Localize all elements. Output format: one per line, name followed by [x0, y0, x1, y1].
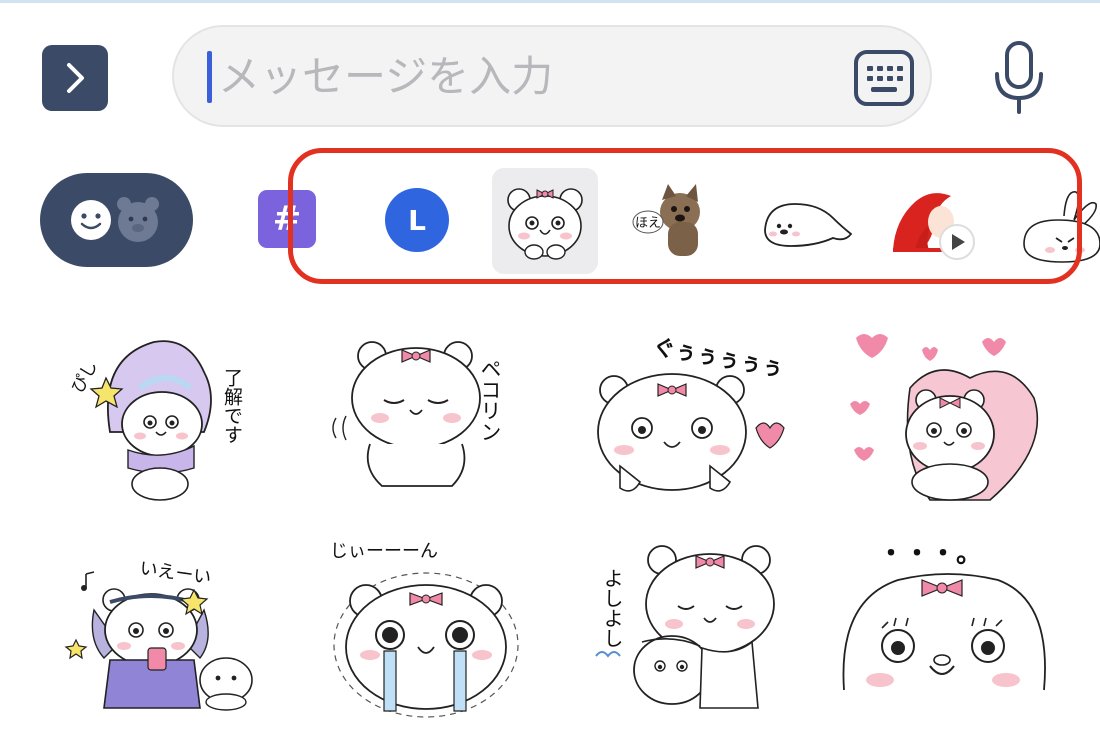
tab-bear-sticker-selected[interactable]	[492, 168, 598, 274]
voice-input-button[interactable]	[988, 40, 1050, 116]
tab-dog-sticker[interactable]: ほえ	[632, 182, 708, 258]
bear-rabbit-hood-sticker: ぴし 了解です	[68, 340, 243, 501]
sticker-6[interactable]: じぃーーーん	[322, 535, 542, 725]
bear-pajama-sticker: いえーい	[64, 558, 253, 711]
sticker-2[interactable]: ペコリン	[322, 328, 542, 518]
bear-bowing-sticker: ペコリン	[332, 341, 502, 487]
bear-face-icon	[117, 197, 159, 242]
chevron-right-icon	[67, 63, 84, 93]
sticker-4[interactable]	[840, 328, 1060, 518]
svg-text:じぃーーーん: じぃーーーん	[330, 541, 438, 562]
bear-hugging-heart-sticker	[850, 334, 1039, 501]
keyboard-icon	[854, 50, 914, 106]
message-input-placeholder: メッセージを入力	[218, 52, 554, 101]
mermaid-sticker-thumbnail	[893, 193, 975, 260]
bear-closeup-sticker: ・・・。	[842, 539, 1046, 691]
rabbit-sticker-thumbnail	[1023, 191, 1100, 263]
bear-thumbs-up-sticker: ぐぅぅぅぅぅ	[597, 335, 785, 492]
bear-patting-rabbit-sticker: よしよし	[595, 545, 775, 709]
tab-line-official[interactable]: L	[385, 188, 449, 252]
play-icon	[939, 224, 975, 260]
sticker-3[interactable]: ぐぅぅぅぅぅ	[580, 328, 800, 518]
svg-text:ほえ: ほえ	[635, 216, 661, 231]
svg-text:ペコリン: ペコリン	[478, 358, 502, 442]
top-divider	[0, 0, 1100, 3]
message-input[interactable]: メッセージを入力	[172, 25, 932, 127]
svg-text:了解です: 了解です	[221, 368, 243, 444]
sticker-1[interactable]: ぴし 了解です	[68, 328, 290, 518]
expand-menu-button[interactable]	[42, 45, 108, 111]
sticker-7[interactable]: よしよし	[582, 538, 802, 728]
svg-text:・・・。: ・・・。	[878, 539, 982, 569]
tab-rabbit-sticker[interactable]	[1014, 186, 1100, 266]
tab-mermaid-animated-sticker[interactable]	[885, 180, 985, 268]
bear-crying-sticker: じぃーーーん	[330, 541, 519, 718]
tab-seal-sticker[interactable]	[755, 190, 855, 256]
microphone-icon	[995, 41, 1043, 114]
sticker-8[interactable]: ・・・。	[838, 539, 1058, 730]
seal-sticker-thumbnail	[764, 203, 853, 247]
text-caret	[207, 51, 212, 103]
svg-text:いえーい: いえーい	[138, 558, 212, 589]
bear-sticker-thumbnail	[507, 188, 583, 260]
emoji-face-icon	[71, 200, 111, 240]
dog-sticker-thumbnail: ほえ	[632, 184, 700, 256]
tab-hashtag[interactable]: #	[258, 190, 316, 248]
sticker-5[interactable]: いえーい	[64, 540, 284, 730]
keyboard-button[interactable]	[853, 47, 915, 109]
emoji-sticker-toggle[interactable]	[40, 173, 193, 267]
svg-text:よしよし: よしよし	[600, 568, 624, 648]
